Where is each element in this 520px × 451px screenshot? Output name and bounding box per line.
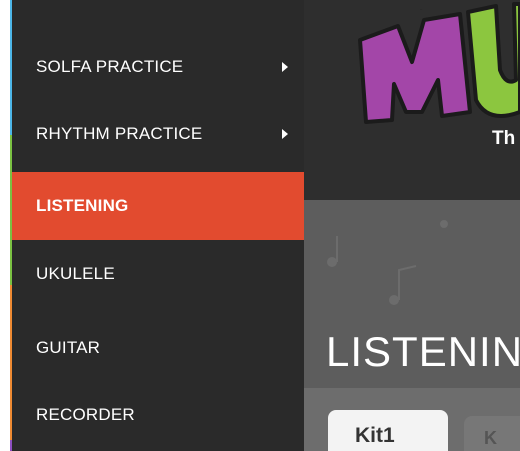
sidebar-item-guitar[interactable]: GUITAR [12,314,304,382]
sidebar-item-rhythm-practice[interactable]: RHYTHM PRACTICE [12,100,304,168]
chevron-right-icon [282,62,288,72]
sidebar-item-recorder[interactable]: RECORDER [12,381,304,449]
tagline: Th [492,128,516,149]
sidebar-item-label: UKULELE [36,264,115,283]
chevron-right-icon [282,129,288,139]
sidebar-item-label: RHYTHM PRACTICE [36,124,203,143]
sidebar-item-label: SOLFA PRACTICE [36,57,184,76]
page-title: LISTENIN [326,328,520,375]
sidebar-item-label: GUITAR [36,338,101,357]
tab-kit2[interactable]: K [464,416,520,451]
menu-color-strip [0,0,12,451]
sidebar-item-listening[interactable]: LISTENING [12,172,304,240]
sidebar-item-ukulele[interactable]: UKULELE [12,240,304,308]
sidebar-item-label: RECORDER [36,405,135,424]
tab-kit1[interactable]: Kit1 [328,410,448,451]
site-logo[interactable]: MUS [320,0,520,160]
logo-text: MUS [420,9,423,11]
logo-letter-u [466,2,520,118]
sidebar-item-label: LISTENING [36,196,129,215]
sidebar-item-solfa-practice[interactable]: SOLFA PRACTICE [12,33,304,101]
logo-letter-m [358,12,472,124]
